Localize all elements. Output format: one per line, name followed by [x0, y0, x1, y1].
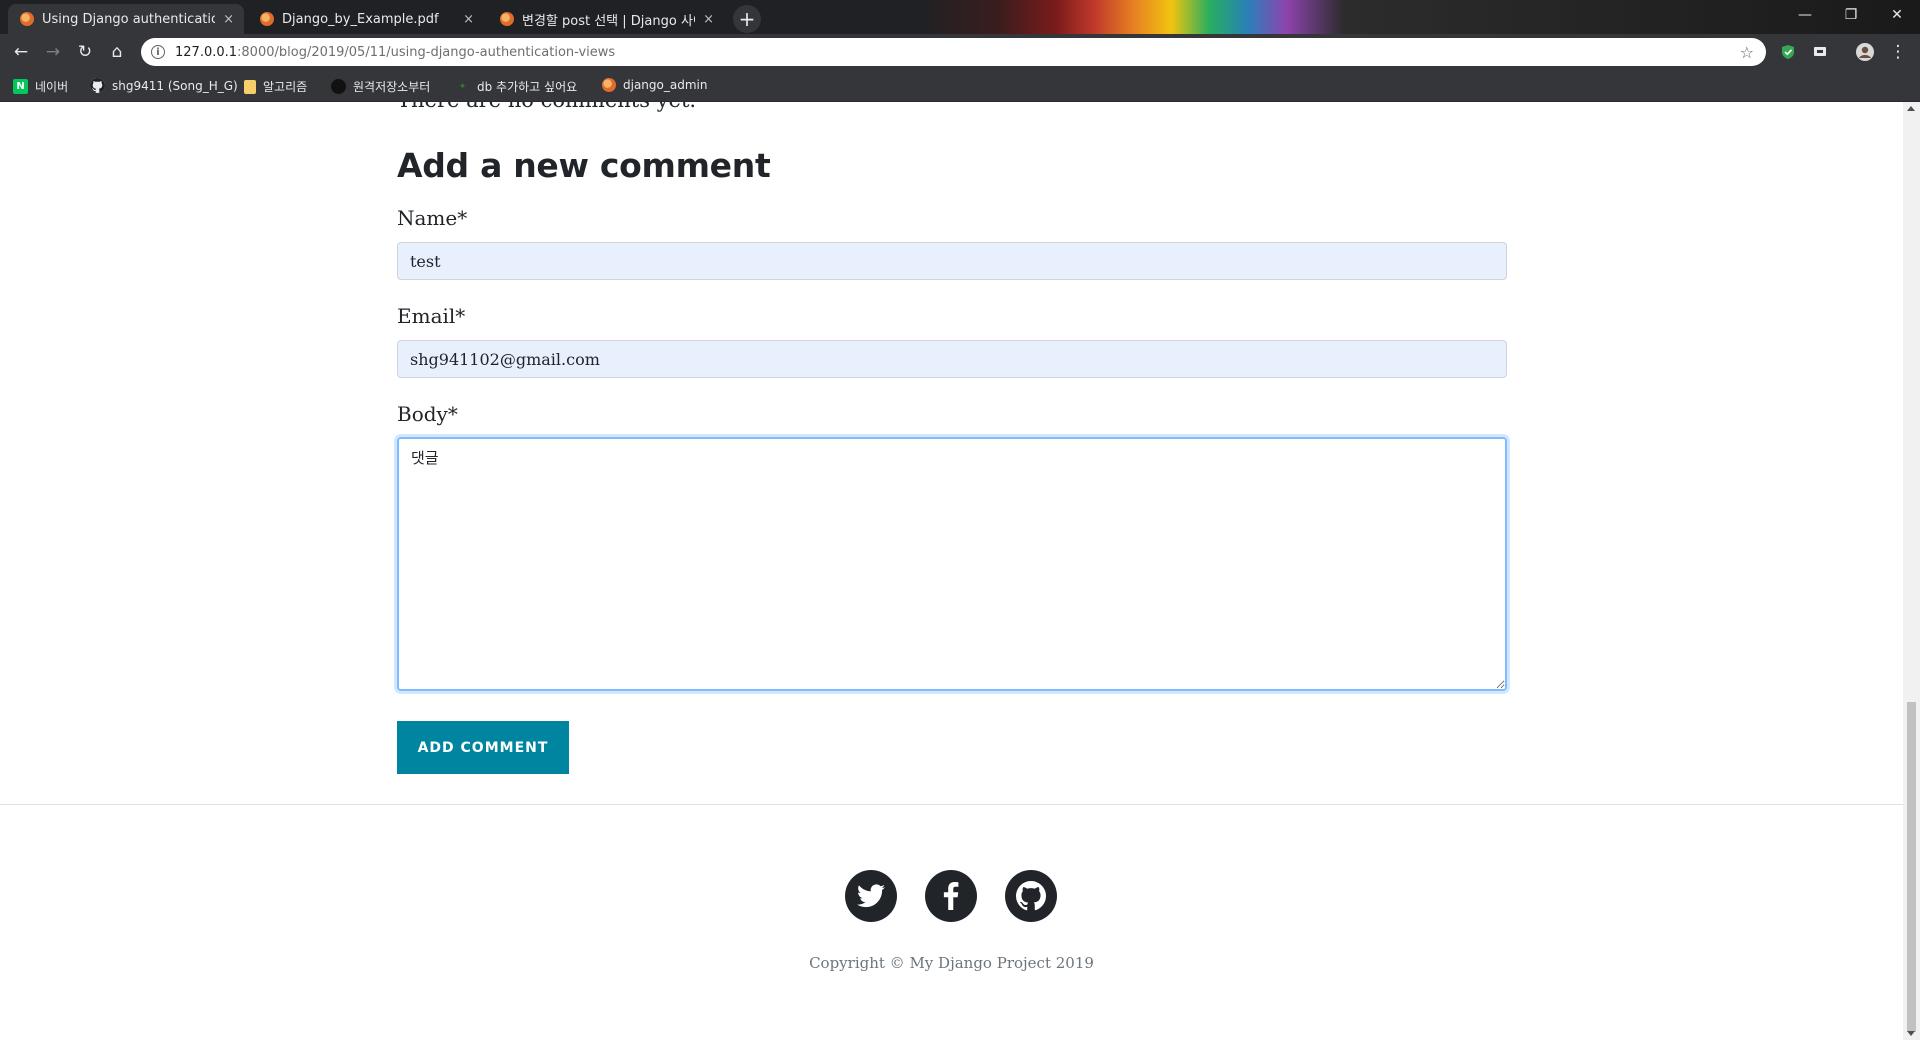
twitter-icon [857, 884, 885, 908]
bookmark-star-icon[interactable]: ☆ [1740, 43, 1754, 62]
bookmark-github-profile[interactable]: shg9411 (Song_H_G) [90, 78, 238, 93]
bookmarks-bar: N 네이버 shg9411 (Song_H_G) 알고리즘 원격저장소부터 ✦ … [0, 70, 1920, 102]
tab-close-icon[interactable]: × [463, 12, 474, 27]
minimize-button[interactable]: — [1782, 0, 1828, 30]
django-favicon-icon [260, 12, 274, 26]
circle-icon [331, 79, 346, 94]
bookmark-label: django_admin [623, 78, 708, 92]
bookmark-django-admin[interactable]: django_admin [602, 78, 707, 92]
add-comment-button[interactable]: ADD COMMENT [397, 721, 569, 774]
github-icon [1016, 881, 1046, 911]
naver-icon: N [13, 79, 28, 94]
github-link[interactable] [1005, 870, 1057, 922]
bookmark-naver[interactable]: N 네이버 [13, 78, 68, 95]
tab-django-by-example[interactable]: Django_by_Example.pdf × [248, 4, 484, 34]
email-label: Email* [397, 304, 466, 328]
facebook-icon [943, 882, 959, 910]
url-host: 127.0.0.1 [175, 44, 238, 60]
form-title: Add a new comment [397, 146, 771, 185]
back-button[interactable]: ← [9, 40, 33, 64]
new-tab-button[interactable]: + [733, 5, 761, 33]
reload-button[interactable]: ↻ [73, 40, 97, 64]
forward-button[interactable]: → [41, 40, 65, 64]
close-window-button[interactable]: ✕ [1874, 0, 1920, 30]
address-bar[interactable]: i 127.0.0.1:8000/blog/2019/05/11/using-d… [141, 38, 1766, 66]
bookmark-label: 네이버 [35, 80, 69, 94]
browser-toolbar: ← → ↻ ⌂ i 127.0.0.1:8000/blog/2019/05/11… [0, 34, 1920, 70]
twitter-link[interactable] [845, 870, 897, 922]
tab-using-django-auth[interactable]: Using Django authentication vie × [8, 4, 244, 34]
name-field[interactable] [397, 242, 1507, 280]
page-scrollbar[interactable] [1903, 102, 1920, 1040]
shield-extension-icon[interactable] [1779, 43, 1797, 61]
footer-divider [0, 804, 1903, 805]
name-label: Name* [397, 206, 468, 230]
restore-button[interactable]: ❐ [1828, 0, 1874, 30]
django-icon [602, 78, 616, 92]
scrollbar-thumb[interactable] [1907, 702, 1916, 1032]
bookmark-label: 원격저장소부터 [353, 80, 431, 94]
folder-icon [244, 79, 256, 94]
tab-title: 변경할 post 선택 | Django 사이 [522, 13, 696, 29]
bookmark-folder-algorithm[interactable]: 알고리즘 [244, 78, 307, 95]
scroll-up-arrow-icon[interactable] [1907, 106, 1915, 111]
body-label: Body* [397, 402, 458, 426]
home-button[interactable]: ⌂ [105, 40, 129, 64]
profile-avatar[interactable] [1856, 43, 1874, 61]
bookmark-remote-repo[interactable]: 원격저장소부터 [331, 78, 430, 95]
github-icon [90, 78, 105, 93]
body-textarea[interactable]: 댓글 [397, 437, 1507, 691]
scroll-down-arrow-icon[interactable] [1907, 1031, 1915, 1036]
page-viewport: There are no comments yet. Add a new com… [0, 102, 1903, 1040]
bookmark-db[interactable]: ✦ db 추가하고 싶어요 [455, 78, 577, 95]
tab-title: Using Django authentication vie [42, 11, 216, 27]
cast-extension-icon[interactable] [1811, 43, 1829, 61]
django-favicon-icon [20, 12, 34, 26]
menu-icon[interactable]: ⋮ [1888, 40, 1908, 64]
bookmark-label: 알고리즘 [263, 80, 308, 94]
tab-django-admin-post[interactable]: 변경할 post 선택 | Django 사이 × [488, 4, 724, 34]
leaf-icon: ✦ [458, 81, 467, 92]
facebook-link[interactable] [925, 870, 977, 922]
tab-title: Django_by_Example.pdf [282, 11, 439, 27]
django-favicon-icon [500, 12, 514, 26]
site-info-icon[interactable]: i [151, 45, 165, 59]
copyright-text: Copyright © My Django Project 2019 [809, 954, 1094, 972]
tab-strip: Using Django authentication vie × Django… [0, 0, 1920, 34]
bookmark-label: db 추가하고 싶어요 [477, 80, 578, 94]
email-field[interactable] [397, 340, 1507, 378]
bookmark-label: shg9411 (Song_H_G) [112, 78, 238, 93]
url-path: :8000/blog/2019/05/11/using-django-authe… [237, 44, 616, 60]
tab-close-icon[interactable]: × [703, 12, 714, 27]
tab-close-icon[interactable]: × [223, 12, 234, 27]
no-comments-text: There are no comments yet. [397, 102, 696, 112]
